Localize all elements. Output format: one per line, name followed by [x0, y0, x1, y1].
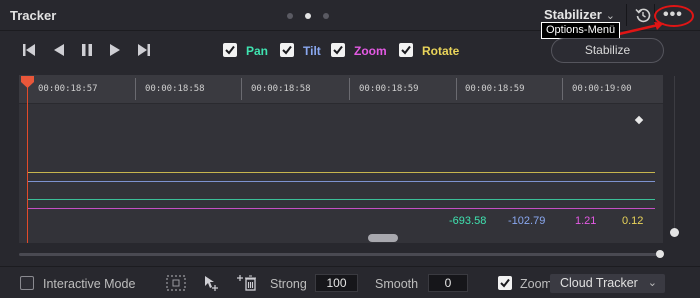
tilt-curve	[28, 181, 655, 182]
vertical-zoom-track	[674, 76, 675, 236]
playhead-line	[27, 80, 28, 243]
add-delete-tracker-icon[interactable]	[236, 274, 260, 292]
pan-curve	[28, 199, 655, 200]
timecode-label: 00:00:18:59	[359, 84, 419, 94]
rotate-checkbox[interactable]	[399, 43, 413, 57]
mode-dropdown-value: Stabilizer	[544, 7, 602, 22]
skip-to-end-icon[interactable]	[137, 42, 151, 58]
rotate-value: 0.12	[622, 215, 644, 227]
timecode-label: 00:00:19:00	[572, 84, 632, 94]
ruler-tick	[562, 78, 563, 100]
checkmark-icon	[225, 45, 235, 55]
checkmark-icon	[500, 278, 510, 288]
panel-title: Tracker	[10, 8, 57, 23]
horizontal-scrollbar[interactable]	[368, 234, 398, 242]
zoom-checkbox[interactable]	[331, 43, 345, 57]
timecode-label: 00:00:18:57	[38, 84, 98, 94]
tilt-label: Tilt	[303, 44, 321, 58]
strong-label: Strong	[270, 277, 307, 291]
zoom-value: 1.21	[575, 215, 597, 227]
chevron-down-icon: ⌄	[647, 277, 657, 289]
timeline-ruler[interactable]	[19, 75, 663, 104]
timecode-label: 00:00:18:58	[145, 84, 205, 94]
tilt-value: -102.79	[508, 215, 546, 227]
zoom-label: Zoom	[354, 44, 387, 58]
frame-select-icon[interactable]	[165, 274, 187, 292]
strong-input[interactable]: 100	[315, 274, 358, 292]
zoom-bottom-checkbox[interactable]	[498, 276, 512, 290]
timecode-label: 00:00:18:59	[465, 84, 525, 94]
stabilize-button[interactable]: Stabilize	[551, 38, 664, 63]
page-dot-1[interactable]	[287, 13, 293, 19]
vertical-zoom-knob[interactable]	[670, 228, 679, 237]
pointer-add-icon[interactable]	[203, 274, 219, 292]
tilt-checkbox[interactable]	[280, 43, 294, 57]
interactive-mode-checkbox[interactable]	[20, 276, 34, 290]
smooth-input[interactable]: 0	[428, 274, 468, 292]
checkmark-icon	[333, 45, 343, 55]
rotate-label: Rotate	[422, 44, 460, 58]
page-dot-2-active[interactable]	[305, 13, 311, 19]
page-dot-3[interactable]	[323, 13, 329, 19]
ruler-tick	[349, 78, 350, 100]
play-reverse-icon[interactable]	[52, 42, 65, 58]
tracker-type-dropdown[interactable]: Cloud Tracker ⌄	[550, 274, 665, 293]
horizontal-zoom-knob[interactable]	[656, 250, 664, 258]
playhead-handle[interactable]	[21, 76, 34, 88]
pan-value: -693.58	[449, 215, 487, 227]
checkmark-icon	[401, 45, 411, 55]
play-forward-icon[interactable]	[109, 42, 122, 58]
zoom-curve	[28, 208, 655, 209]
ruler-tick	[135, 78, 136, 100]
pause-icon[interactable]	[80, 42, 94, 58]
annotation-label: Options-Menü	[541, 22, 621, 39]
rotate-curve	[28, 172, 655, 173]
interactive-mode-label: Interactive Mode	[43, 277, 136, 291]
tracker-type-value: Cloud Tracker	[560, 276, 638, 290]
smooth-label: Smooth	[375, 277, 419, 291]
timecode-label: 00:00:18:58	[251, 84, 311, 94]
skip-to-start-icon[interactable]	[22, 42, 36, 58]
ruler-tick	[456, 78, 457, 100]
zoom-bottom-label: Zoom	[520, 277, 552, 291]
horizontal-zoom-track[interactable]	[19, 253, 660, 256]
pan-label: Pan	[246, 44, 269, 58]
pan-checkbox[interactable]	[223, 43, 237, 57]
checkmark-icon	[282, 45, 292, 55]
ruler-tick	[241, 78, 242, 100]
